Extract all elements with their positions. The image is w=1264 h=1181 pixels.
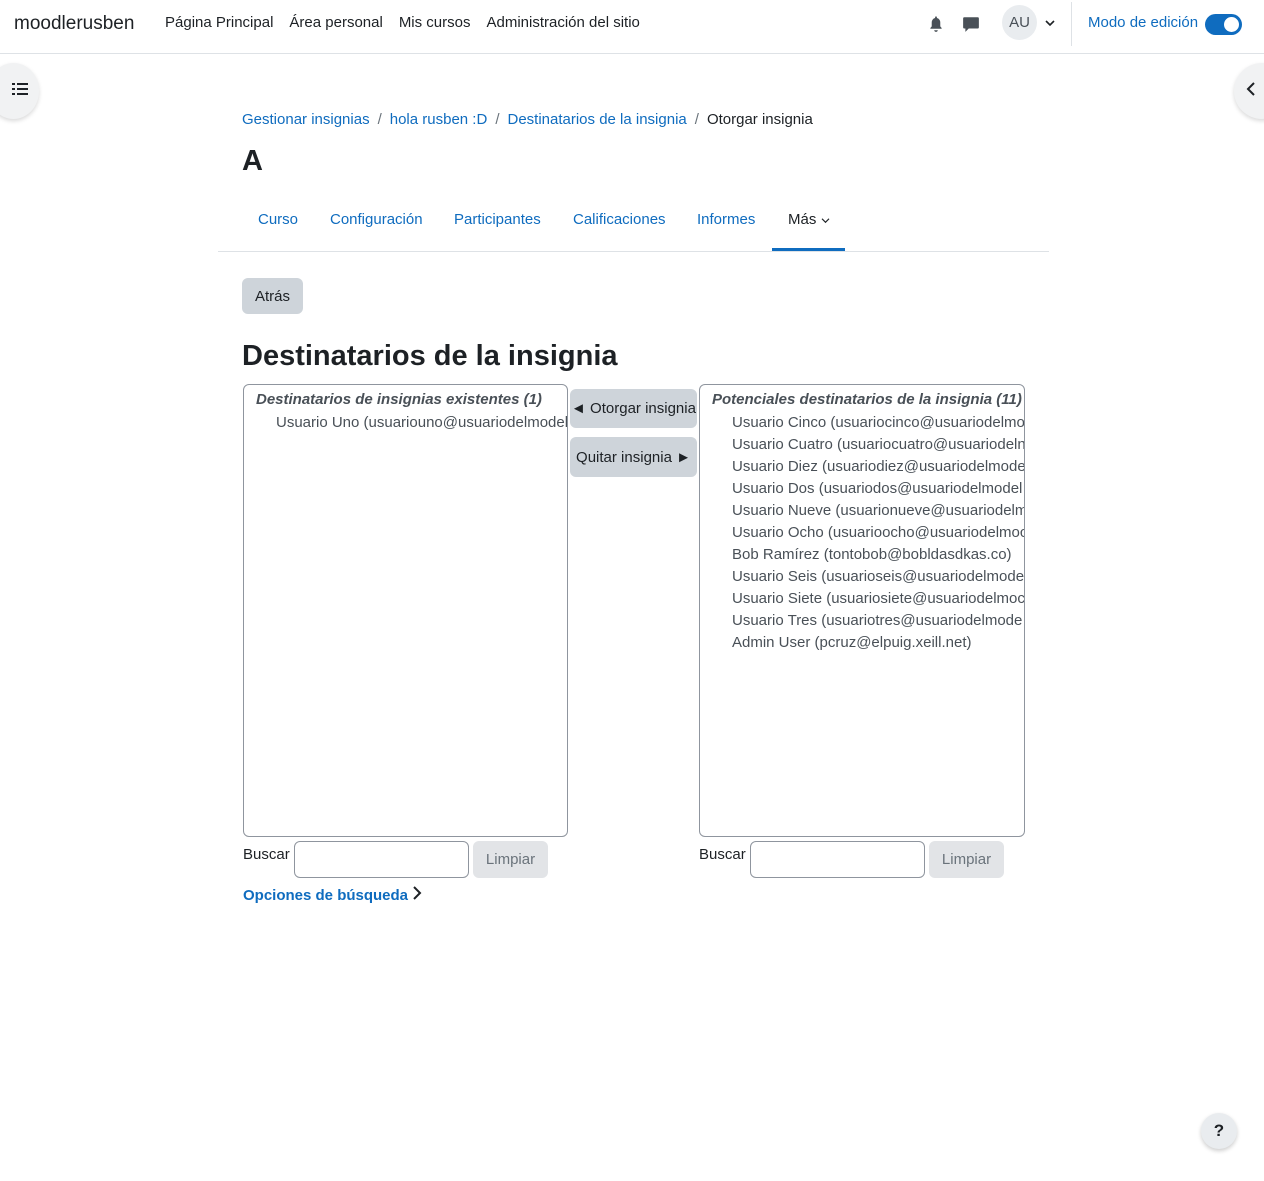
back-button[interactable]: Atrás [242, 278, 303, 314]
nav-link-site-admin[interactable]: Administración del sitio [487, 14, 640, 31]
list-item[interactable]: Usuario Cinco (usuariocinco@usuariodelmo [700, 414, 1024, 436]
existing-search-label: Buscar [243, 846, 290, 863]
toggle-knob [1224, 17, 1239, 32]
tab-participants[interactable]: Participantes [454, 211, 541, 228]
active-tab-indicator [772, 248, 845, 251]
edit-mode-toggle[interactable] [1205, 14, 1242, 35]
potential-recipients-select[interactable]: Potenciales destinatarios de la insignia… [699, 384, 1025, 837]
list-item[interactable]: Usuario Ocho (usuarioocho@usuariodelmoc [700, 524, 1024, 546]
potential-search-label: Buscar [699, 846, 746, 863]
existing-clear-button[interactable]: Limpiar [473, 841, 548, 878]
list-item[interactable]: Usuario Nueve (usuarionueve@usuariodelm [700, 502, 1024, 524]
list-item[interactable]: Usuario Diez (usuariodiez@usuariodelmode [700, 458, 1024, 480]
breadcrumb-current: Otorgar insignia [706, 111, 813, 128]
bell-icon[interactable] [927, 15, 945, 33]
top-navbar: moodlerusben Página Principal Área perso… [0, 0, 1264, 54]
list-item[interactable]: Admin User (pcruz@elpuig.xeill.net) [700, 634, 1024, 656]
nav-divider [1071, 2, 1072, 46]
revoke-badge-button[interactable]: Quitar insignia ► [570, 437, 697, 477]
list-item[interactable]: Usuario Tres (usuariotres@usuariodelmode [700, 612, 1024, 634]
edit-mode-label[interactable]: Modo de edición [1088, 14, 1198, 31]
existing-recipients-group-label: Destinatarios de insignias existentes (1… [256, 391, 542, 408]
breadcrumb-badge[interactable]: hola rusben :D [390, 111, 488, 128]
list-item[interactable]: Usuario Seis (usuarioseis@usuariodelmode [700, 568, 1024, 590]
tab-more-label: Más [788, 211, 817, 228]
tab-course[interactable]: Curso [258, 211, 298, 228]
breadcrumb-manage-badges[interactable]: Gestionar insignias [242, 111, 370, 128]
site-brand[interactable]: moodlerusben [14, 13, 134, 35]
list-item[interactable]: Usuario Dos (usuariodos@usuariodelmodel [700, 480, 1024, 502]
existing-search-input[interactable] [294, 841, 469, 878]
chevron-left-icon [1246, 81, 1256, 101]
nav-link-home[interactable]: Página Principal [165, 14, 273, 31]
chevron-right-icon [412, 886, 422, 904]
course-title: A [242, 145, 263, 177]
potential-search-input[interactable] [750, 841, 925, 878]
primary-navigation: Página Principal Área personal Mis curso… [165, 14, 640, 31]
breadcrumb-badge-recipients[interactable]: Destinatarios de la insignia [507, 111, 686, 128]
search-options-toggle[interactable]: Opciones de búsqueda [243, 886, 422, 904]
tab-settings[interactable]: Configuración [330, 211, 423, 228]
tab-grades[interactable]: Calificaciones [573, 211, 666, 228]
search-options-label: Opciones de búsqueda [243, 886, 409, 904]
list-item[interactable]: Usuario Cuatro (usuariocuatro@usuariodel… [700, 436, 1024, 458]
messages-icon[interactable] [962, 15, 980, 33]
help-button[interactable]: ? [1201, 1113, 1237, 1149]
breadcrumb-separator: / [495, 111, 500, 128]
open-course-index-button[interactable] [0, 63, 39, 119]
page-heading: Destinatarios de la insignia [242, 340, 618, 372]
potential-recipients-group-label: Potenciales destinatarios de la insignia… [712, 391, 1022, 408]
breadcrumb-separator: / [377, 111, 382, 128]
potential-clear-button[interactable]: Limpiar [929, 841, 1004, 878]
nav-link-dashboard[interactable]: Área personal [289, 14, 382, 31]
tab-reports[interactable]: Informes [697, 211, 755, 228]
breadcrumb: Gestionar insignias / hola rusben :D / D… [242, 111, 813, 128]
open-block-drawer-button[interactable] [1234, 63, 1264, 119]
breadcrumb-separator: / [694, 111, 699, 128]
existing-recipients-select[interactable]: Destinatarios de insignias existentes (1… [243, 384, 568, 837]
list-icon [11, 82, 28, 100]
user-menu[interactable]: AU [1002, 5, 1055, 40]
avatar[interactable]: AU [1002, 5, 1037, 40]
chevron-down-icon [1045, 14, 1055, 31]
chevron-down-icon [821, 211, 830, 228]
tab-more[interactable]: Más [788, 211, 830, 228]
nav-link-my-courses[interactable]: Mis cursos [399, 14, 471, 31]
secondary-navigation: Curso Configuración Participantes Califi… [218, 200, 1049, 252]
award-badge-button[interactable]: ◄ Otorgar insignia [570, 389, 697, 428]
list-item[interactable]: Usuario Uno (usuariouno@usuariodelmodel [244, 414, 567, 436]
list-item[interactable]: Bob Ramírez (tontobob@bobldasdkas.co) [700, 546, 1024, 568]
list-item[interactable]: Usuario Siete (usuariosiete@usuariodelmo… [700, 590, 1024, 612]
